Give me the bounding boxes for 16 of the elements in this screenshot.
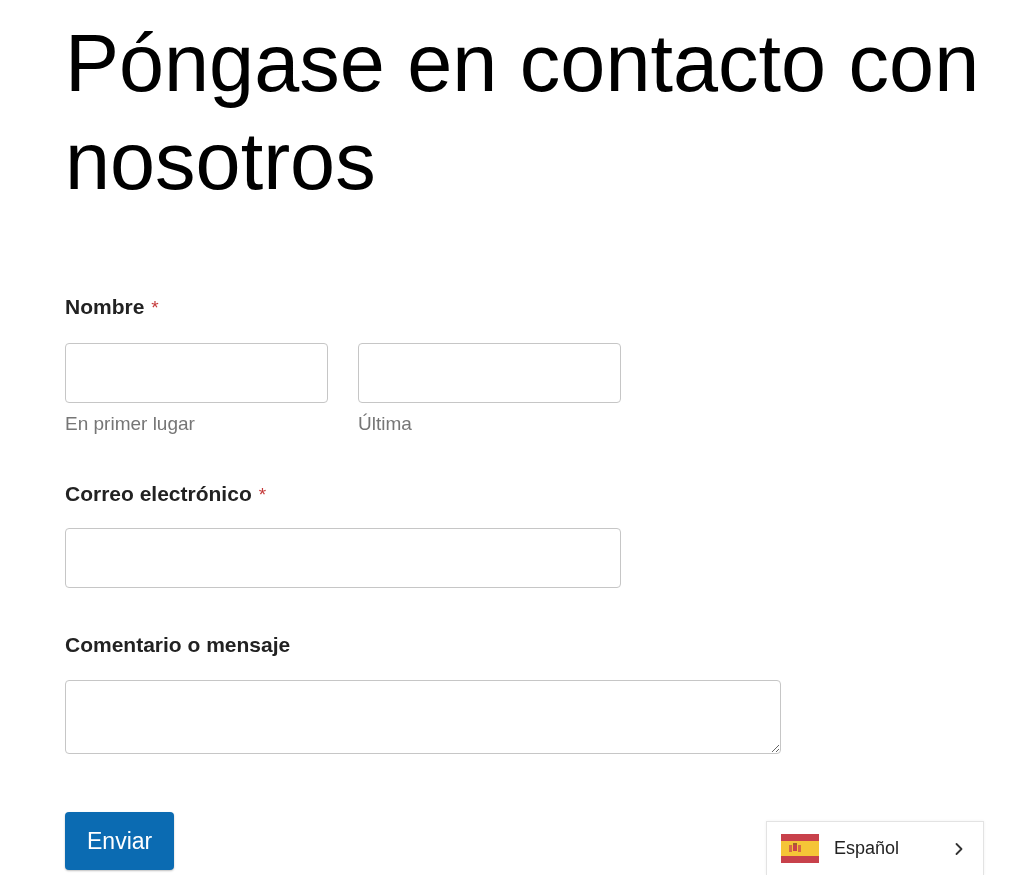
field-sublabel: En primer lugar: [65, 412, 196, 436]
required-asterisk: *: [151, 296, 159, 320]
email-input-field[interactable]: [65, 528, 621, 588]
language-name: Español: [834, 837, 900, 860]
field-label: Nombre: [65, 294, 145, 320]
message-textarea[interactable]: [65, 680, 781, 754]
submit-button[interactable]: Enviar: [65, 812, 175, 870]
flag-icon: [781, 834, 819, 863]
field-sublabel: Última: [358, 412, 413, 436]
page-title: Póngase en contacto con nosotros: [65, 17, 981, 208]
field-label: Correo electrónico: [65, 481, 252, 507]
name-input-field[interactable]: [358, 343, 621, 403]
field-label: Comentario o mensaje: [65, 632, 291, 658]
required-asterisk: *: [258, 483, 267, 507]
language-switcher[interactable]: Español: [766, 821, 984, 875]
name-input-field[interactable]: [65, 343, 328, 403]
